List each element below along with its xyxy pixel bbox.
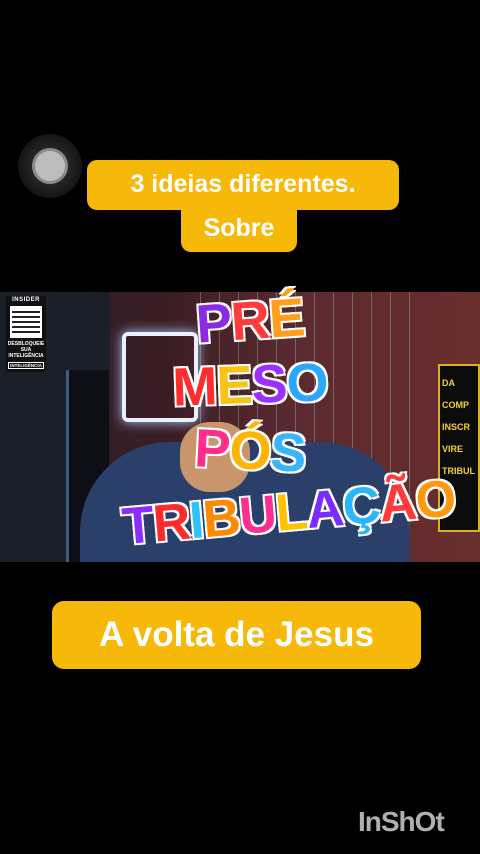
title-letter: R (228, 289, 272, 353)
insider-qr-badge: INSIDER DESBLOQUEIE SUA INTELIGÊNCIA INT… (6, 296, 46, 372)
insider-sub: SUA INTELIGÊNCIA (8, 347, 44, 359)
qr-code-icon (10, 306, 42, 338)
title-letter: U (236, 485, 279, 546)
title-letter: Ã (376, 472, 419, 534)
insider-logo: INSIDER (12, 297, 40, 303)
title-letter: O (285, 352, 329, 414)
caption-top-line2: Sobre (181, 206, 297, 252)
caption-bottom: A volta de Jesus (52, 601, 421, 669)
floating-assistive-button[interactable] (18, 134, 82, 198)
overlay-title: PRÉ MESO PÓS TRIBULAÇÃO (120, 268, 458, 586)
title-letter: S (268, 422, 308, 484)
title-letter: É (266, 287, 306, 350)
title-letter: O (413, 469, 458, 531)
title-letter: M (171, 356, 218, 418)
title-line-meso: MESO (129, 350, 371, 420)
title-line-pos: PÓS (129, 414, 372, 488)
title-letter: R (150, 492, 193, 554)
title-letter: P (194, 292, 234, 355)
title-letter: P (192, 418, 232, 480)
title-line-tribulacao: TRIBULAÇÃO (119, 469, 458, 557)
title-letter: Ó (227, 419, 273, 483)
insider-intel: INTELIGÊNCIA (8, 362, 44, 369)
title-line-pre: PRÉ (128, 282, 372, 361)
title-letter: L (273, 482, 309, 543)
title-letter: S (250, 353, 288, 415)
title-letter: Ç (340, 475, 382, 537)
caption-top-line1: 3 ideias diferentes. (87, 160, 399, 210)
floating-button-core (32, 148, 68, 184)
title-letter: E (215, 354, 253, 417)
title-letter: T (119, 495, 156, 557)
title-letter: A (303, 479, 346, 541)
inshot-watermark: InShOt (358, 806, 445, 837)
title-letter: B (200, 488, 242, 550)
